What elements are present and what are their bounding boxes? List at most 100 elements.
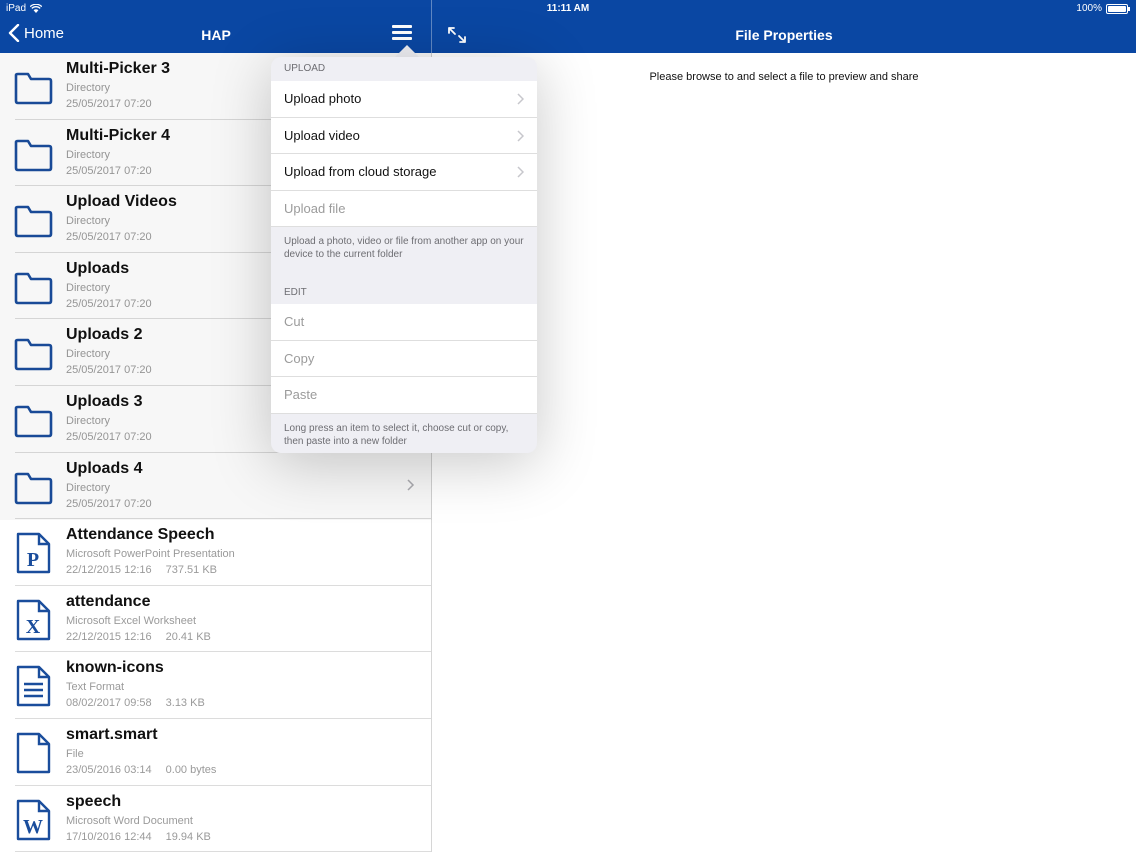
file-date: 25/05/2017 07:20 — [66, 497, 152, 510]
folder-icon — [13, 398, 53, 442]
file-name: attendance — [66, 592, 151, 610]
upload-photo-item[interactable]: Upload photo — [271, 81, 537, 118]
file-date: 25/05/2017 07:20 — [66, 231, 152, 244]
file-type: Text Format — [66, 681, 125, 694]
file-name: Uploads — [66, 259, 130, 277]
file-meta: 25/05/2017 07:20 — [66, 165, 152, 177]
file-type: File — [66, 747, 84, 760]
file-meta: 23/05/2016 03:14 0.00 bytes — [66, 764, 216, 776]
folder-icon — [13, 465, 53, 509]
master-title: HAP — [201, 27, 231, 43]
file-type: Directory — [66, 82, 111, 94]
file-row[interactable]: Wspeech Microsoft Word Document 17/10/2016… — [15, 786, 431, 852]
paste-item[interactable]: Paste — [271, 377, 537, 414]
file-meta: 25/05/2017 07:20 — [66, 498, 152, 510]
file-type: Microsoft Excel Worksheet — [66, 614, 197, 627]
file-type: Directory — [66, 281, 111, 294]
navigation-bar: iPad 11:11 AM 100% Home HAP File Propert… — [0, 0, 1136, 53]
battery-icon — [1106, 3, 1130, 14]
folder-icon — [13, 265, 53, 309]
actions-popover: UPLOAD Upload photo Upload video Upload … — [271, 57, 537, 453]
file-meta: 08/02/2017 09:58 3.13 KB — [66, 697, 205, 709]
file-name: Multi-Picker 4 — [66, 126, 171, 144]
file-row[interactable]: Uploads 4 Directory 25/05/2017 07:20 — [13, 453, 431, 520]
excel-file-icon: X — [13, 598, 53, 642]
blank-file-icon — [13, 731, 53, 775]
file-row[interactable]: known-icons Text Format 08/02/2017 09:58 3.… — [15, 652, 431, 719]
edit-section-header: EDIT — [284, 287, 307, 298]
popover-arrow — [395, 45, 419, 57]
file-size: 0.00 bytes — [165, 763, 217, 776]
file-name: Uploads 4 — [66, 459, 143, 477]
file-name: Upload Videos — [66, 193, 177, 211]
file-size: 3.13 KB — [165, 697, 205, 710]
chevron-right-icon — [517, 93, 524, 105]
word-file-icon: W — [13, 798, 53, 842]
upload-file-item[interactable]: Upload file — [271, 190, 537, 227]
file-name: speech — [66, 792, 122, 810]
upload-video-item[interactable]: Upload video — [271, 117, 537, 154]
upload-section-header: UPLOAD — [284, 63, 326, 74]
file-date: 08/02/2017 09:58 — [66, 697, 152, 710]
upload-cloud-label: Upload from cloud storage — [284, 164, 437, 180]
file-type: Directory — [66, 414, 111, 427]
file-name: Attendance Speech — [66, 526, 215, 544]
file-type: Microsoft PowerPoint Presentation — [66, 548, 235, 561]
file-meta: 25/05/2017 07:20 — [66, 298, 152, 310]
chevron-right-icon — [407, 479, 415, 491]
status-bar: iPad 11:11 AM 100% — [0, 0, 1136, 16]
detail-placeholder-message: Please browse to and select a file to pr… — [649, 71, 919, 83]
cut-label: Cut — [284, 314, 305, 330]
file-date: 22/12/2015 12:16 — [66, 630, 152, 643]
folder-icon — [13, 132, 53, 176]
copy-item[interactable]: Copy — [271, 340, 537, 377]
file-meta: 25/05/2017 07:20 — [66, 98, 152, 110]
file-date: 25/05/2017 07:20 — [66, 164, 152, 177]
upload-cloud-item[interactable]: Upload from cloud storage — [271, 154, 537, 191]
file-meta: 25/05/2017 07:20 — [66, 431, 152, 443]
file-date: 25/05/2017 07:20 — [66, 430, 152, 443]
file-meta: 22/12/2015 12:16 737.51 KB — [66, 564, 217, 576]
file-type: Directory — [66, 481, 111, 494]
menu-icon — [392, 25, 412, 28]
menu-button[interactable] — [392, 25, 412, 43]
chevron-right-icon — [517, 129, 524, 142]
file-type: Microsoft Word Document — [66, 814, 193, 827]
powerpoint-file-icon: P — [13, 531, 53, 575]
paste-label: Paste — [284, 387, 318, 403]
file-type: Directory — [66, 148, 111, 161]
file-row[interactable]: smart.smart File 23/05/2016 03:14 0.00 byte… — [15, 719, 431, 786]
file-name: Uploads 3 — [66, 392, 143, 410]
svg-text:X: X — [26, 616, 41, 638]
file-date: 17/10/2016 12:44 — [66, 830, 152, 843]
file-meta: 22/12/2015 12:16 20.41 KB — [66, 631, 211, 643]
file-size: 19.94 KB — [165, 830, 211, 843]
svg-text:P: P — [27, 549, 39, 571]
file-size: 20.41 KB — [165, 630, 211, 643]
chevron-right-icon — [517, 166, 524, 178]
copy-label: Copy — [284, 350, 315, 366]
upload-file-label: Upload file — [284, 200, 346, 216]
file-meta: 25/05/2017 07:20 — [66, 231, 152, 243]
status-time: 11:11 AM — [546, 3, 590, 14]
cut-item[interactable]: Cut — [271, 304, 537, 341]
folder-icon — [13, 198, 53, 242]
file-size: 737.51 KB — [165, 564, 218, 577]
battery-percent: 100% — [1076, 3, 1102, 14]
file-meta: 25/05/2017 07:20 — [66, 364, 152, 376]
svg-text:W: W — [23, 816, 43, 838]
file-row[interactable]: P Attendance Speech Microsoft PowerPoint P… — [15, 519, 431, 586]
file-name: known-icons — [66, 659, 164, 677]
upload-photo-label: Upload photo — [284, 91, 362, 107]
file-name: Multi-Picker 3 — [66, 60, 171, 77]
file-name: Uploads 2 — [66, 326, 143, 344]
edit-section-footer: Long press an item to select it, choose … — [284, 422, 509, 447]
file-date: 23/05/2016 03:14 — [66, 763, 152, 776]
detail-title: File Properties — [735, 27, 833, 43]
file-row[interactable]: Xattendance Microsoft Excel Worksheet 22/1… — [15, 586, 431, 653]
folder-icon — [13, 65, 53, 109]
file-date: 25/05/2017 07:20 — [66, 98, 152, 110]
upload-section-footer: Upload a photo, video or file from anoth… — [284, 236, 524, 260]
text-file-icon — [13, 664, 53, 708]
file-type: Directory — [66, 215, 111, 228]
